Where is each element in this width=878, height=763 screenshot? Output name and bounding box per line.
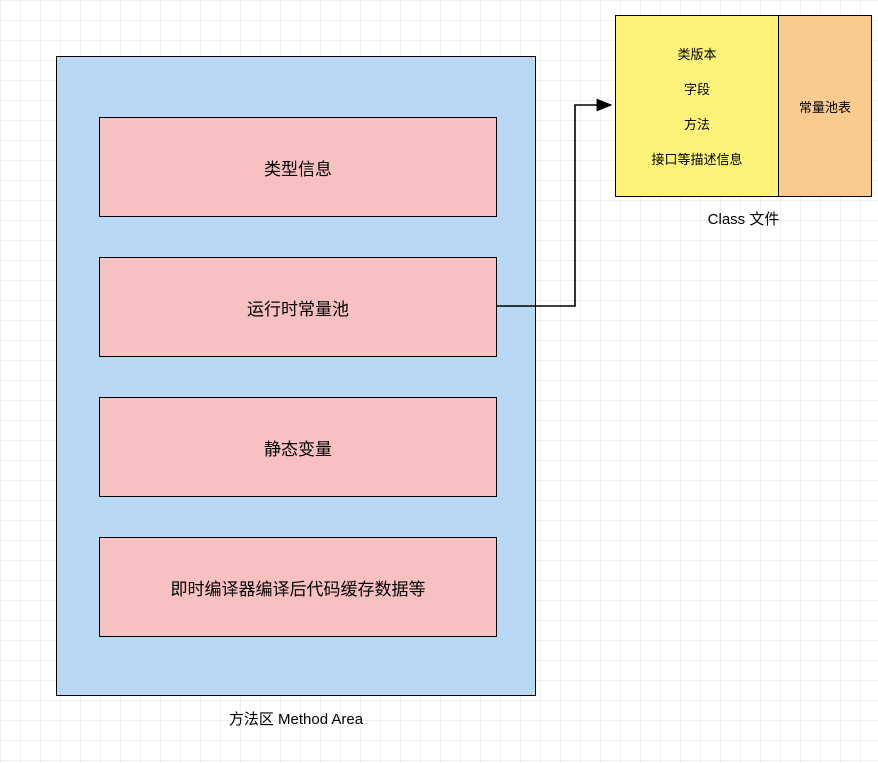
diagram-canvas: 类型信息 运行时常量池 静态变量 即时编译器编译后代码缓存数据等 方法区 Met… — [0, 0, 878, 763]
method-area-label: 方法区 Method Area — [56, 708, 536, 729]
method-area-box-runtime-constant-pool: 运行时常量池 — [99, 257, 497, 357]
class-file-item-fields: 字段 — [684, 79, 710, 98]
class-file-right-panel: 常量池表 — [779, 16, 871, 196]
method-area-box-type-info: 类型信息 — [99, 117, 497, 217]
class-file-left-panel: 类版本 字段 方法 接口等描述信息 — [616, 16, 779, 196]
method-area-box-jit-cache: 即时编译器编译后代码缓存数据等 — [99, 537, 497, 637]
class-file-label: Class 文件 — [615, 208, 872, 229]
class-file-item-interfaces: 接口等描述信息 — [651, 149, 742, 168]
class-file-constant-pool-label: 常量池表 — [799, 97, 851, 116]
class-file-container: 类版本 字段 方法 接口等描述信息 常量池表 — [615, 15, 872, 197]
method-area-container: 类型信息 运行时常量池 静态变量 即时编译器编译后代码缓存数据等 — [56, 56, 536, 696]
class-file-item-version: 类版本 — [677, 44, 716, 63]
method-area-box-static-vars: 静态变量 — [99, 397, 497, 497]
class-file-item-methods: 方法 — [684, 114, 710, 133]
